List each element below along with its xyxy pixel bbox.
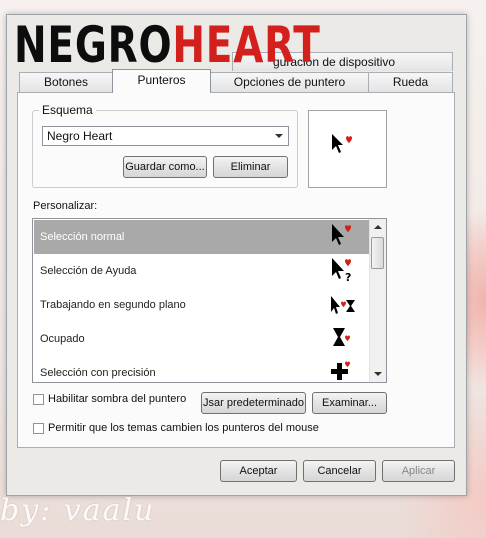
- tab-rueda[interactable]: Rueda: [368, 72, 453, 92]
- logo-black-text: NEGRO: [14, 16, 173, 74]
- list-scrollbar[interactable]: [369, 219, 386, 382]
- list-item[interactable]: Selección con precisión: [34, 356, 370, 382]
- list-item[interactable]: Selección normal: [34, 220, 370, 254]
- apply-button[interactable]: Aplicar: [382, 460, 455, 482]
- cursor-preview: [308, 110, 387, 188]
- shadow-label: Habilitar sombra del puntero: [48, 393, 187, 405]
- chevron-down-icon: [275, 134, 283, 138]
- list-item-label: Selección con precisión: [40, 367, 156, 379]
- svg-text:?: ?: [345, 271, 351, 284]
- arrow-heart-cursor-icon: [332, 224, 351, 245]
- tab-botones-label: Botones: [43, 75, 89, 89]
- list-item-label: Ocupado: [40, 333, 85, 345]
- arrow-heart-cursor-icon: [332, 134, 352, 153]
- logo-red-text: HEART: [172, 16, 321, 74]
- cancel-button[interactable]: Cancelar: [303, 460, 376, 482]
- list-item[interactable]: Selección de Ayuda ?: [34, 254, 370, 288]
- chevron-down-icon: [374, 372, 382, 376]
- scroll-up-button[interactable]: [370, 219, 386, 235]
- scroll-thumb[interactable]: [371, 237, 384, 269]
- browse-button[interactable]: Examinar...: [312, 392, 387, 414]
- delete-scheme-button[interactable]: Eliminar: [213, 156, 288, 178]
- scroll-down-button[interactable]: [370, 366, 386, 382]
- crosshair-heart-cursor-icon: [331, 361, 350, 380]
- negro-heart-logo: NEGROHEART: [14, 14, 321, 76]
- customize-label: Personalizar:: [33, 200, 98, 212]
- list-item-label: Selección normal: [40, 231, 125, 243]
- list-item[interactable]: Ocupado: [34, 322, 370, 356]
- list-item-label: Selección de Ayuda: [40, 265, 137, 277]
- list-item-label: Trabajando en segundo plano: [40, 299, 186, 311]
- hourglass-heart-cursor-icon: [333, 328, 350, 346]
- busy-arrow-heart-cursor-icon: [331, 296, 355, 314]
- tab-opciones-label: Opciones de puntero: [233, 75, 346, 89]
- scheme-select[interactable]: Negro Heart: [42, 126, 289, 146]
- shadow-checkbox[interactable]: [33, 394, 44, 405]
- use-default-button[interactable]: Jsar predeterminado: [201, 392, 306, 414]
- allow-themes-checkbox[interactable]: [33, 423, 44, 434]
- scheme-legend: Esquema: [39, 103, 96, 117]
- author-watermark: by: vaalu: [0, 493, 156, 528]
- chevron-up-icon: [374, 225, 382, 229]
- cursor-list[interactable]: Selección normal Selección de Ayuda ? Tr…: [32, 218, 387, 383]
- allow-themes-label: Permitir que los temas cambien los punte…: [48, 422, 319, 434]
- save-as-button[interactable]: Guardar como...: [123, 156, 207, 178]
- help-heart-cursor-icon: ?: [332, 258, 351, 284]
- accept-button[interactable]: Aceptar: [220, 460, 297, 482]
- list-item[interactable]: Trabajando en segundo plano: [34, 288, 370, 322]
- tab-rueda-label: Rueda: [392, 75, 429, 89]
- scheme-select-value: Negro Heart: [47, 129, 113, 143]
